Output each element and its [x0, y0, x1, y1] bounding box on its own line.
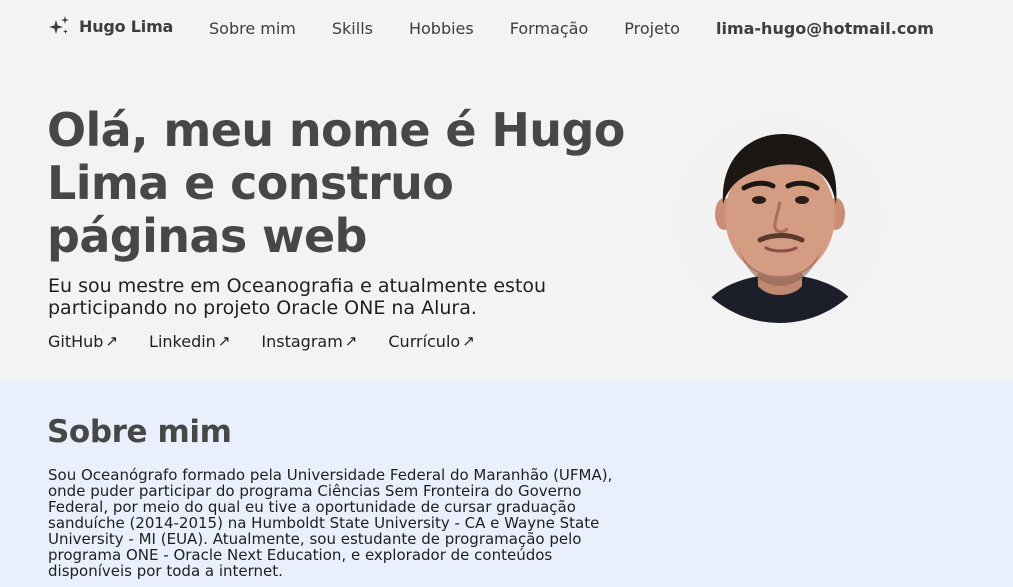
linkedin-link[interactable]: Linkedin ↗: [149, 332, 230, 351]
hero-section: Olá, meu nome é Hugo Lima e construo pág…: [0, 58, 1013, 382]
nav-item-hobbies[interactable]: Hobbies: [409, 19, 474, 38]
curriculo-link[interactable]: Currículo ↗: [388, 332, 474, 351]
about-text: Sou Oceanógrafo formado pela Universidad…: [48, 466, 613, 580]
arrow-up-right-icon: ↗: [105, 332, 119, 350]
arrow-up-right-icon: ↗: [344, 332, 358, 350]
hero-title: Olá, meu nome é Hugo Lima e construo pág…: [47, 103, 625, 263]
profile-photo: [676, 116, 883, 323]
top-navigation: Hugo Lima Sobre mim Skills Hobbies Forma…: [0, 0, 1013, 58]
nav-menu: Sobre mim Skills Hobbies Formação Projet…: [209, 19, 934, 38]
instagram-link-label: Instagram: [261, 332, 343, 351]
github-link-label: GitHub: [48, 332, 104, 351]
portfolio-page: Hugo Lima Sobre mim Skills Hobbies Forma…: [0, 0, 1013, 587]
curriculo-link-label: Currículo: [388, 332, 461, 351]
instagram-link[interactable]: Instagram ↗: [261, 332, 357, 351]
nav-item-projeto[interactable]: Projeto: [624, 19, 680, 38]
nav-item-sobre-mim[interactable]: Sobre mim: [209, 19, 296, 38]
about-title: Sobre mim: [47, 414, 232, 450]
arrow-up-right-icon: ↗: [462, 332, 475, 350]
sparkles-icon: [47, 15, 71, 37]
linkedin-link-label: Linkedin: [149, 332, 216, 351]
social-links: GitHub ↗ Linkedin ↗ Instagram ↗ Currícul…: [48, 332, 506, 351]
github-link[interactable]: GitHub ↗: [48, 332, 118, 351]
arrow-up-right-icon: ↗: [217, 332, 231, 350]
nav-item-formacao[interactable]: Formação: [510, 19, 589, 38]
nav-email-link[interactable]: lima-hugo@hotmail.com: [716, 19, 934, 38]
hero-lead: Eu sou mestre em Oceanografia e atualmen…: [48, 275, 547, 319]
nav-item-skills[interactable]: Skills: [332, 19, 373, 38]
brand-name: Hugo Lima: [79, 16, 174, 36]
brand-link[interactable]: Hugo Lima: [47, 15, 173, 37]
about-section: Sobre mim Sou Oceanógrafo formado pela U…: [0, 382, 1013, 587]
